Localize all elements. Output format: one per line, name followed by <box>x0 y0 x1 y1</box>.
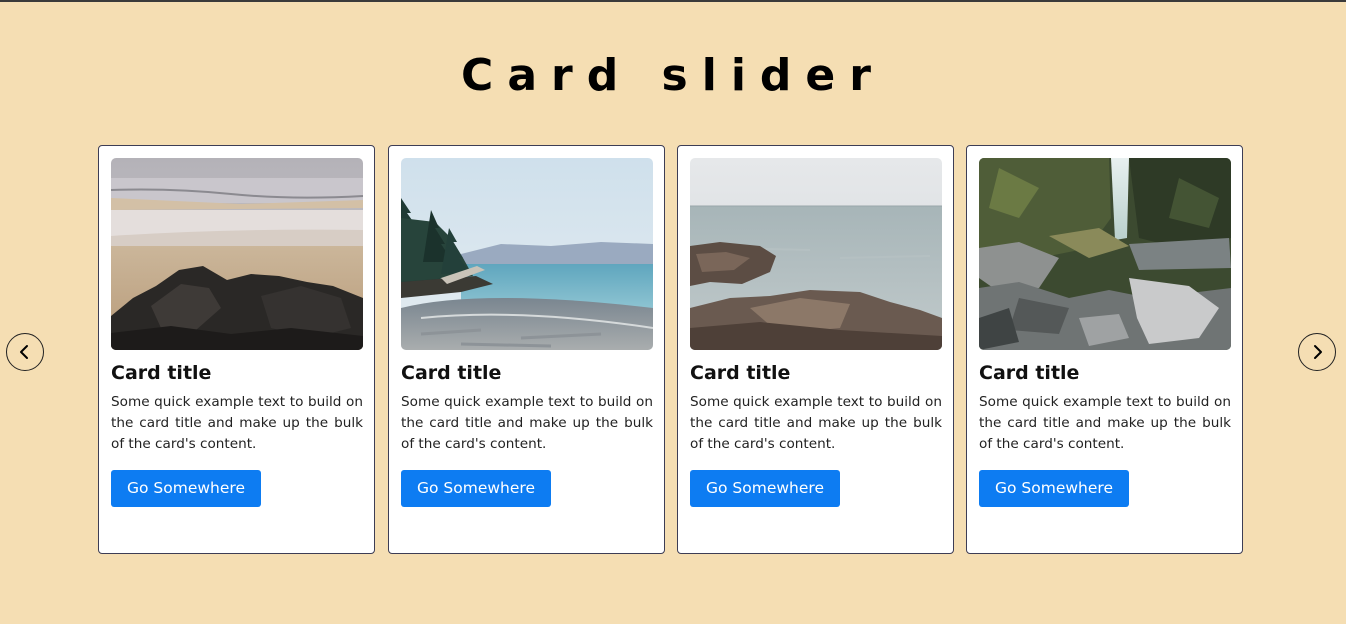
go-somewhere-button[interactable]: Go Somewhere <box>401 470 551 507</box>
card: Card title Some quick example text to bu… <box>677 145 954 554</box>
chevron-right-icon <box>1314 345 1322 359</box>
go-somewhere-button[interactable]: Go Somewhere <box>111 470 261 507</box>
go-somewhere-button[interactable]: Go Somewhere <box>690 470 840 507</box>
card: Card title Some quick example text to bu… <box>98 145 375 554</box>
card: Card title Some quick example text to bu… <box>966 145 1243 554</box>
chevron-left-icon <box>20 345 28 359</box>
card: Card title Some quick example text to bu… <box>388 145 665 554</box>
card-text: Some quick example text to build on the … <box>690 394 942 452</box>
card-slider-track[interactable]: Card title Some quick example text to bu… <box>98 145 1246 556</box>
card-title: Card title <box>111 362 212 384</box>
card-text: Some quick example text to build on the … <box>401 394 653 452</box>
card-text: Some quick example text to build on the … <box>979 394 1231 452</box>
card-title: Card title <box>690 362 791 384</box>
card-title: Card title <box>401 362 502 384</box>
card-image-beach-rocks <box>111 158 363 350</box>
card-image-forest-shoreline <box>401 158 653 350</box>
slider-next-button[interactable] <box>1298 333 1336 371</box>
slider-prev-button[interactable] <box>6 333 44 371</box>
go-somewhere-button[interactable]: Go Somewhere <box>979 470 1129 507</box>
card-image-sea-rocks <box>690 158 942 350</box>
page-title: Card slider <box>461 50 885 101</box>
card-text: Some quick example text to build on the … <box>111 394 363 452</box>
card-title: Card title <box>979 362 1080 384</box>
card-image-waterfall-canyon <box>979 158 1231 350</box>
